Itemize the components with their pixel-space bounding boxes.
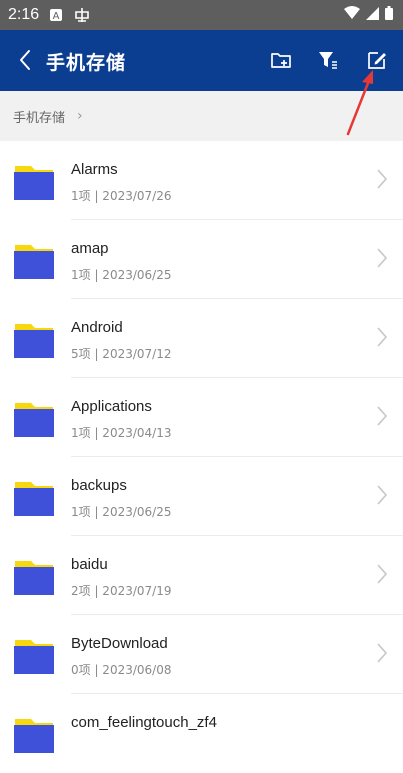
edit-icon (368, 52, 386, 69)
back-icon (20, 50, 30, 70)
chevron-right-icon (377, 169, 388, 189)
app-bar: 手机存储 (0, 30, 403, 91)
chevron-right-icon (377, 248, 388, 268)
file-name: baidu (71, 556, 108, 573)
folder-icon (14, 640, 54, 674)
breadcrumb-item[interactable]: 手机存储 (13, 107, 65, 126)
folder-icon (14, 245, 54, 279)
breadcrumb-chevron-icon: › (77, 108, 83, 124)
file-meta: 0项 | 2023/06/08 (71, 663, 172, 677)
file-meta: 1项 | 2023/06/25 (71, 268, 172, 282)
filter-button[interactable] (315, 47, 341, 73)
file-meta: 1项 | 2023/06/25 (71, 505, 172, 519)
status-time: 2:16 (8, 6, 40, 23)
file-meta: 5项 | 2023/07/12 (71, 347, 172, 361)
file-name: Applications (71, 398, 152, 415)
list-item[interactable]: backups 1项 | 2023/06/25 (0, 457, 403, 536)
signal-icon (366, 6, 379, 24)
chevron-right-icon (377, 564, 388, 584)
file-meta: 1项 | 2023/04/13 (71, 426, 172, 440)
file-name: ByteDownload (71, 635, 168, 652)
wifi-icon (344, 6, 360, 24)
list-item[interactable]: Android 5项 | 2023/07/12 (0, 299, 403, 378)
file-name: Alarms (71, 161, 118, 178)
chevron-right-icon (377, 643, 388, 663)
folder-icon (14, 403, 54, 437)
folder-icon (14, 482, 54, 516)
breadcrumb: 手机存储 › (0, 91, 403, 141)
app-notification-icon (73, 6, 91, 24)
list-item[interactable]: baidu 2项 | 2023/07/19 (0, 536, 403, 615)
list-item[interactable]: com_feelingtouch_zf4 (0, 694, 403, 773)
list-item[interactable]: ByteDownload 0项 | 2023/06/08 (0, 615, 403, 694)
edit-button[interactable] (364, 47, 390, 73)
page-title: 手机存储 (46, 52, 127, 74)
battery-icon (385, 6, 393, 24)
file-name: com_feelingtouch_zf4 (71, 714, 217, 731)
status-bar: 2:16 A (0, 0, 403, 30)
folder-icon (14, 719, 54, 753)
file-name: amap (71, 240, 109, 257)
file-name: backups (71, 477, 127, 494)
file-name: Android (71, 319, 123, 336)
folder-icon (14, 561, 54, 595)
folder-icon (14, 166, 54, 200)
chevron-right-icon (377, 485, 388, 505)
svg-text:A: A (53, 11, 60, 22)
chevron-right-icon (377, 406, 388, 426)
filter-icon (319, 52, 337, 69)
list-item[interactable]: amap 1项 | 2023/06/25 (0, 220, 403, 299)
chevron-right-icon (377, 327, 388, 347)
file-list: Alarms 1项 | 2023/07/26 amap 1项 | 2023/06… (0, 141, 403, 773)
list-item[interactable]: Applications 1项 | 2023/04/13 (0, 378, 403, 457)
new-folder-button[interactable] (268, 47, 294, 73)
folder-icon (14, 324, 54, 358)
file-meta: 1项 | 2023/07/26 (71, 189, 172, 203)
list-item[interactable]: Alarms 1项 | 2023/07/26 (0, 141, 403, 220)
file-meta: 2项 | 2023/07/19 (71, 584, 172, 598)
back-button[interactable] (14, 48, 38, 72)
new-folder-icon (271, 53, 291, 68)
notification-icon: A (49, 8, 63, 22)
